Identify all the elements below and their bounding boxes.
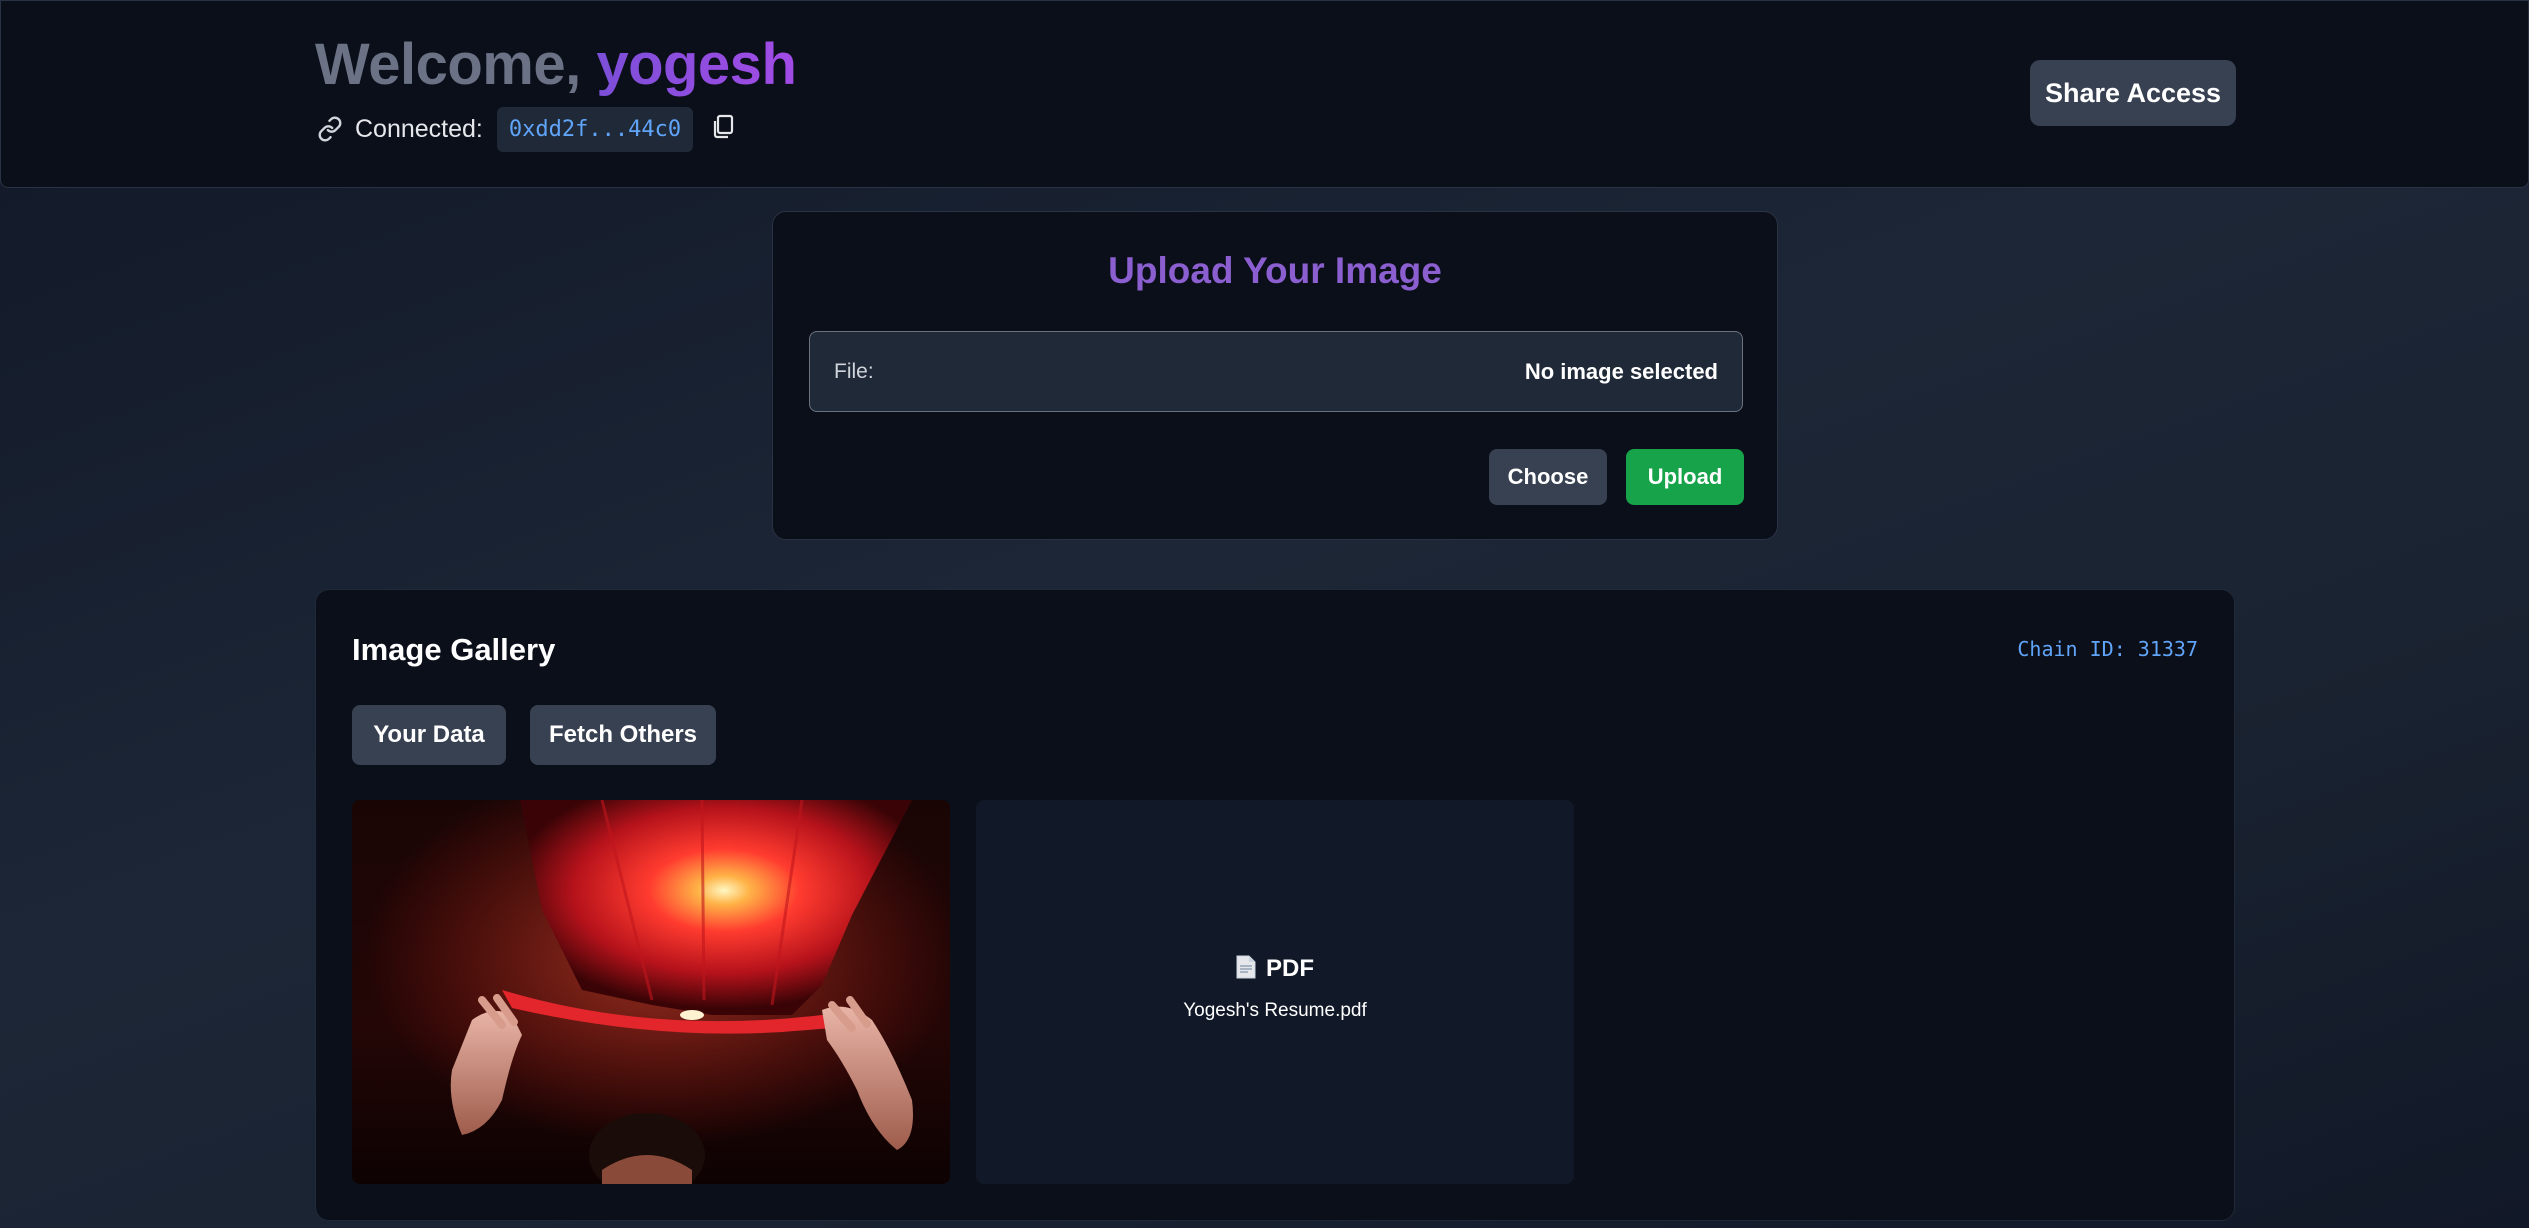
gallery-title: Image Gallery [352,632,556,667]
share-access-button[interactable]: Share Access [2030,60,2236,126]
upload-title: Upload Your Image [1108,250,1442,291]
welcome-prefix: Welcome, [315,32,597,97]
welcome-heading: Welcome, yogesh [315,31,797,98]
file-label: File: [834,359,874,383]
choose-button[interactable]: Choose [1489,449,1607,505]
upload-card: Upload Your Image File: No image selecte… [772,211,1778,540]
file-field[interactable]: File: No image selected [809,331,1743,412]
gallery-pdf-tile[interactable]: PDF Yogesh's Resume.pdf [976,800,1574,1184]
wallet-address: 0xdd2f...44c0 [496,106,694,152]
gallery-image-tile[interactable] [352,800,950,1184]
chain-id: Chain ID: 31337 [2017,637,2198,661]
upload-button[interactable]: Upload [1626,449,1744,505]
file-value: No image selected [1524,358,1718,384]
document-icon [1236,955,1256,984]
user-name: yogesh [596,32,797,97]
pdf-file-name: Yogesh's Resume.pdf [1183,999,1367,1021]
connection-status: Connected: 0xdd2f...44c0 [317,105,735,153]
copy-icon[interactable] [711,114,735,145]
fetch-others-button[interactable]: Fetch Others [530,705,716,765]
pdf-header: PDF [1236,955,1314,984]
image-gallery: Image Gallery Chain ID: 31337 Your Data … [315,589,2235,1221]
pdf-type-label: PDF [1266,955,1314,982]
top-header: Welcome, yogesh Connected: 0xdd2f...44c0… [0,0,2529,188]
connected-label: Connected: [355,114,483,143]
link-icon [317,116,343,142]
lantern-photo [352,800,950,1184]
your-data-button[interactable]: Your Data [352,705,506,765]
